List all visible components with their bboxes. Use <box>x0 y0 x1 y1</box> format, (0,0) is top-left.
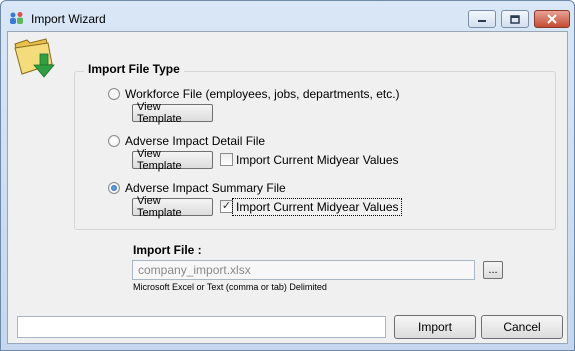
checkbox-label-midyear-summary: Import Current Midyear Values <box>236 200 399 214</box>
radio-adverse-summary[interactable] <box>108 182 120 194</box>
maximize-button[interactable] <box>501 10 529 28</box>
option-label-workforce: Workforce File (employees, jobs, departm… <box>125 87 400 101</box>
view-template-button-summary[interactable]: View Template <box>132 195 213 219</box>
minimize-icon <box>478 20 486 22</box>
view-template-button-detail[interactable]: View Template <box>132 148 213 172</box>
view-template-button-workforce[interactable]: View Template <box>132 101 213 125</box>
option-label-adverse-detail: Adverse Impact Detail File <box>125 134 266 148</box>
option-label-adverse-summary: Adverse Impact Summary File <box>125 181 286 195</box>
folder-import-icon <box>14 38 55 78</box>
window-title: Import Wizard <box>31 12 106 26</box>
checkbox-midyear-detail[interactable] <box>220 153 233 166</box>
import-wizard-window: Import Wizard Import File Type Workforce… <box>0 0 575 351</box>
maximize-icon <box>510 14 520 24</box>
file-format-hint: Microsoft Excel or Text (comma or tab) D… <box>133 282 327 292</box>
people-icon <box>10 12 23 24</box>
import-file-label: Import File : <box>133 243 202 257</box>
import-button[interactable]: Import <box>394 315 476 339</box>
close-icon <box>547 14 557 24</box>
radio-workforce-file[interactable] <box>108 88 120 100</box>
status-field <box>17 316 386 338</box>
checkbox-label-midyear-detail: Import Current Midyear Values <box>236 153 399 167</box>
browse-button[interactable]: ... <box>483 261 503 279</box>
minimize-button[interactable] <box>468 10 496 28</box>
group-title: Import File Type <box>84 62 184 76</box>
wizard-client-area: Import File Type Workforce File (employe… <box>7 31 568 344</box>
title-bar[interactable]: Import Wizard <box>1 1 574 31</box>
cancel-button[interactable]: Cancel <box>481 315 563 339</box>
import-file-field[interactable]: company_import.xlsx <box>132 260 475 280</box>
check-icon: ✓ <box>221 200 232 212</box>
close-button[interactable] <box>534 10 570 28</box>
radio-adverse-detail[interactable] <box>108 135 120 147</box>
